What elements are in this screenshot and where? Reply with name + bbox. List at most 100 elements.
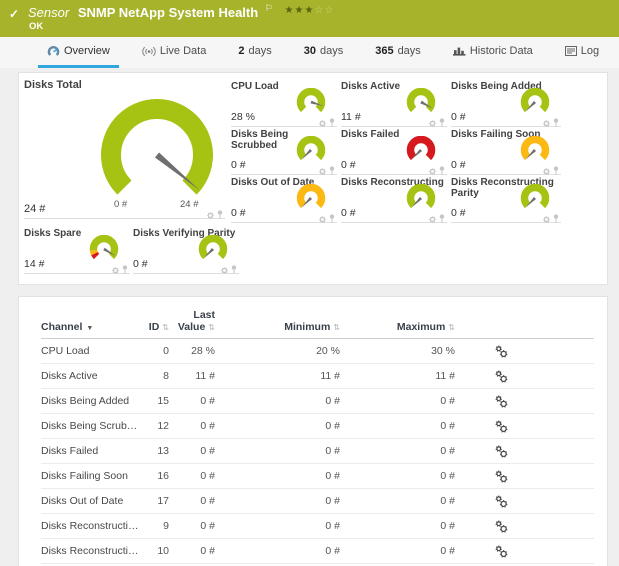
channel-minimum: 0 # xyxy=(215,414,340,439)
gauge-value: 28 % xyxy=(231,111,255,123)
channel-minimum: 0 # xyxy=(215,489,340,514)
tab-log[interactable]: Log xyxy=(556,37,608,68)
tab-label: Log xyxy=(581,45,599,57)
flag-icon[interactable]: ⚐ xyxy=(265,3,273,13)
channel-last-value: 28 % xyxy=(169,339,215,364)
channel-settings-icon[interactable] xyxy=(495,449,508,461)
priority-stars[interactable]: ★★★☆☆ xyxy=(285,5,335,16)
status-badge: OK xyxy=(29,21,43,32)
sort-desc-icon: ▼ xyxy=(86,325,93,332)
pin-icon[interactable] xyxy=(439,214,445,223)
gauge-dial xyxy=(82,91,232,209)
gauge-dial xyxy=(517,88,553,118)
channel-settings-icon[interactable] xyxy=(495,399,508,411)
tab-30-days[interactable]: 30days xyxy=(295,37,353,68)
channel-maximum: 0 # xyxy=(340,539,455,564)
channel-maximum: 0 # xyxy=(340,439,455,464)
star-empty-icon[interactable]: ☆ xyxy=(314,5,324,16)
gauge-dial xyxy=(403,136,439,166)
gear-icon[interactable] xyxy=(429,168,436,175)
channel-settings-icon[interactable] xyxy=(495,499,508,511)
pin-icon[interactable] xyxy=(439,166,445,175)
channel-row-disks-failing-soon: Disks Failing Soon160 #0 #0 # xyxy=(41,464,594,489)
channel-settings-icon[interactable] xyxy=(495,349,508,361)
sort-icon: ⇅ xyxy=(208,323,215,332)
gauge-dial xyxy=(517,136,553,166)
channel-last-value: 0 # xyxy=(169,414,215,439)
pin-icon[interactable] xyxy=(231,265,237,274)
column-header-minimum[interactable]: Minimum⇅ xyxy=(215,297,340,339)
channel-settings-icon[interactable] xyxy=(495,424,508,436)
channel-maximum: 0 # xyxy=(340,489,455,514)
gauge-cell-icons xyxy=(429,166,445,175)
gear-icon[interactable] xyxy=(543,168,550,175)
channel-settings-icon[interactable] xyxy=(495,524,508,536)
pin-icon[interactable] xyxy=(329,214,335,223)
gear-icon[interactable] xyxy=(429,216,436,223)
tab-label: Overview xyxy=(64,45,110,57)
gauge-cell-icons xyxy=(543,166,559,175)
gauge-cell-disks-being-added: Disks Being Added0 # xyxy=(451,81,561,127)
column-header-maximum[interactable]: Maximum⇅ xyxy=(340,297,455,339)
gear-icon[interactable] xyxy=(429,120,436,127)
channel-minimum: 0 # xyxy=(215,539,340,564)
gauge-cell-icons xyxy=(429,214,445,223)
tab-live-data[interactable]: Live Data xyxy=(133,37,215,68)
check-icon: ✓ xyxy=(9,7,19,21)
channel-last-value: 0 # xyxy=(169,489,215,514)
small-gauges-grid: CPU Load28 %Disks Active11 #Disks Being … xyxy=(231,81,561,223)
pin-icon[interactable] xyxy=(553,214,559,223)
gauge-cell-icons xyxy=(112,265,128,274)
channel-id: 10 xyxy=(139,539,169,564)
channel-minimum: 0 # xyxy=(215,439,340,464)
tab-overview[interactable]: Overview xyxy=(38,37,119,68)
gauge-cell-icons xyxy=(319,166,335,175)
column-header-channel[interactable]: Channel▼ xyxy=(41,297,139,339)
gear-icon[interactable] xyxy=(221,267,228,274)
gauge-cell-disks-failed: Disks Failed0 # xyxy=(341,129,447,175)
channel-row-disks-being-added: Disks Being Added150 #0 #0 # xyxy=(41,389,594,414)
tab-historic-data[interactable]: Historic Data xyxy=(444,37,542,68)
pin-icon[interactable] xyxy=(329,166,335,175)
gear-icon[interactable] xyxy=(112,267,119,274)
tab-365-days[interactable]: 365days xyxy=(366,37,430,68)
gear-icon[interactable] xyxy=(543,120,550,127)
pin-icon[interactable] xyxy=(217,210,223,219)
gauge-cell-disks-spare: Disks Spare14 # xyxy=(24,228,130,274)
tab-label: Historic Data xyxy=(470,45,533,57)
tab-2-days[interactable]: 2days xyxy=(229,37,280,68)
star-filled-icon[interactable]: ★ xyxy=(285,5,295,16)
gear-icon[interactable] xyxy=(207,212,214,219)
pin-icon[interactable] xyxy=(329,118,335,127)
gear-icon[interactable] xyxy=(319,216,326,223)
star-filled-icon[interactable]: ★ xyxy=(304,5,314,16)
gear-icon[interactable] xyxy=(319,120,326,127)
channel-name: Disks Failing Soon xyxy=(41,464,139,489)
star-filled-icon[interactable]: ★ xyxy=(294,5,304,16)
gauge-cell-disks-verifying-parity: Disks Verifying Parity0 # xyxy=(133,228,239,274)
gauge-cell-cpu-load: CPU Load28 % xyxy=(231,81,337,127)
channel-name: CPU Load xyxy=(41,339,139,364)
channel-settings-icon[interactable] xyxy=(495,474,508,486)
gauge-dial xyxy=(86,235,122,265)
channel-maximum: 0 # xyxy=(340,464,455,489)
channel-settings-icon[interactable] xyxy=(495,549,508,561)
pin-icon[interactable] xyxy=(439,118,445,127)
star-empty-icon[interactable]: ☆ xyxy=(324,5,334,16)
bottom-gauges-grid: Disks Spare14 #Disks Verifying Parity0 # xyxy=(24,228,239,274)
gear-icon[interactable] xyxy=(543,216,550,223)
gauge-cell-disks-active: Disks Active11 # xyxy=(341,81,447,127)
channel-row-disks-reconstructing-p: Disks Reconstructing P...100 #0 #0 # xyxy=(41,539,594,564)
column-header-last-value[interactable]: Last Value⇅ xyxy=(169,297,215,339)
pin-icon[interactable] xyxy=(122,265,128,274)
gear-icon[interactable] xyxy=(319,168,326,175)
pin-icon[interactable] xyxy=(553,118,559,127)
column-header-id[interactable]: ID⇅ xyxy=(139,297,169,339)
gauge-cell-icons xyxy=(543,118,559,127)
sensor-title: SNMP NetApp System Health xyxy=(78,5,258,20)
channel-row-cpu-load: CPU Load028 %20 %30 % xyxy=(41,339,594,364)
tab-bar: Overview Live Data 2days 30days 365days Histo… xyxy=(0,37,619,68)
gauge-value: 0 # xyxy=(451,111,466,123)
channel-settings-icon[interactable] xyxy=(495,374,508,386)
pin-icon[interactable] xyxy=(553,166,559,175)
